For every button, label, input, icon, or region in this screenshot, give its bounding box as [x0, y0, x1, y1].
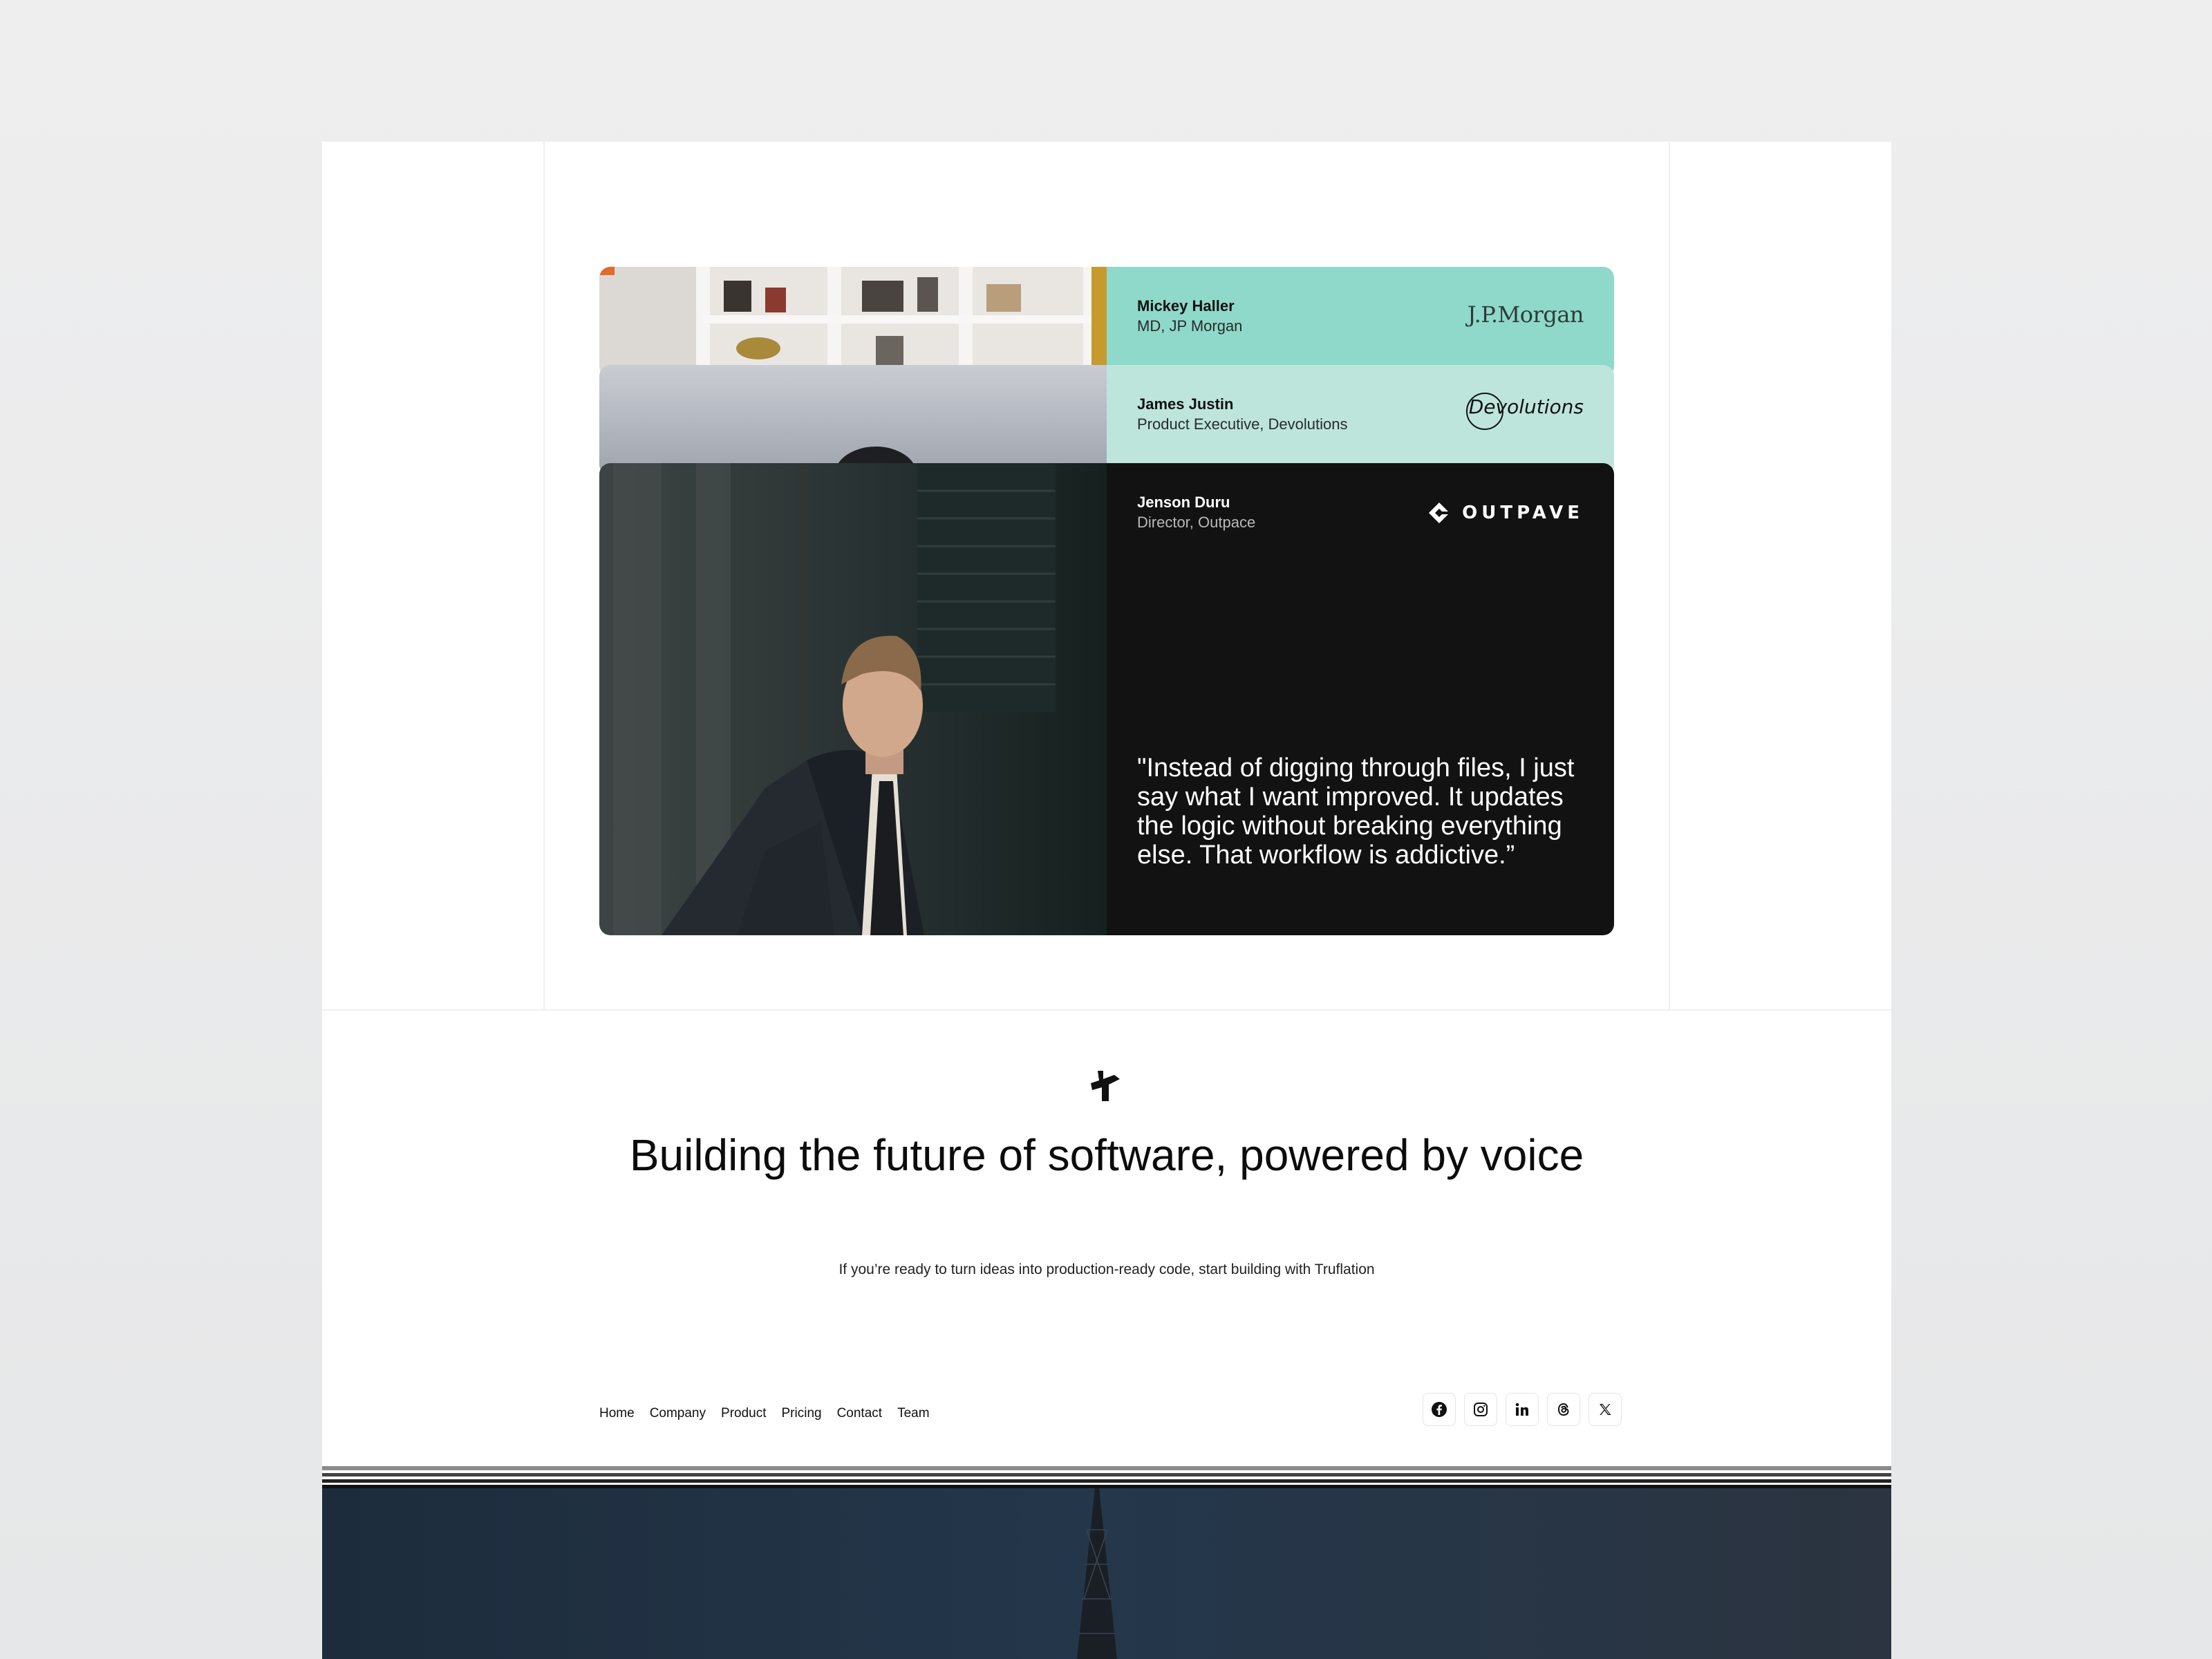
outpave-logo-mark-icon: [1429, 503, 1452, 523]
footer-link-company[interactable]: Company: [650, 1406, 706, 1421]
testimonial-role: MD, JP Morgan: [1137, 317, 1243, 335]
testimonial-photo: [599, 365, 1107, 476]
decorative-stripes: [322, 1462, 1891, 1490]
testimonial-name: James Justin: [1137, 395, 1234, 413]
jpmorgan-logo: J.P.Morgan: [1467, 301, 1584, 328]
cta-subtitle: If you’re ready to turn ideas into produ…: [838, 1262, 1375, 1277]
brand-logo-icon: [1091, 1071, 1120, 1101]
instagram-button[interactable]: [1464, 1393, 1497, 1426]
section-divider: [322, 1009, 1891, 1011]
testimonial-role: Product Executive, Devolutions: [1137, 415, 1348, 433]
x-icon: [1600, 1404, 1611, 1415]
footer-link-contact[interactable]: Contact: [837, 1406, 882, 1421]
threads-button[interactable]: [1547, 1393, 1580, 1426]
footer-link-team[interactable]: Team: [897, 1406, 929, 1421]
testimonial-card-outpace[interactable]: Jenson Duru Director, Outpace OUTPAVE "I…: [599, 463, 1614, 935]
testimonial-quote: "Instead of digging through files, I jus…: [1137, 753, 1575, 870]
social-links: [1414, 1393, 1622, 1426]
footer-nav: Home Company Product Pricing Contact Tea…: [599, 1400, 945, 1427]
testimonial-role: Director, Outpace: [1137, 514, 1256, 531]
testimonial-panel: Mickey Haller MD, JP Morgan J.P.Morgan: [1107, 267, 1614, 377]
linkedin-icon: [1515, 1403, 1528, 1416]
night-city-image: [322, 1488, 1891, 1659]
testimonial-card-devolutions[interactable]: James Justin Product Executive, Devoluti…: [599, 365, 1614, 476]
footer-link-home[interactable]: Home: [599, 1406, 635, 1421]
devolutions-logo: Devolutions: [1465, 393, 1584, 430]
testimonial-stack: Mickey Haller MD, JP Morgan J.P.Morgan J…: [599, 267, 1614, 935]
threads-icon: [1557, 1403, 1569, 1416]
testimonial-panel: Jenson Duru Director, Outpace OUTPAVE "I…: [1107, 463, 1614, 935]
testimonial-name: Mickey Haller: [1137, 297, 1235, 315]
cta-title: Building the future of software, powered…: [629, 1130, 1584, 1180]
outpave-logo-text: OUTPAVE: [1462, 503, 1584, 523]
devolutions-logo-ring: [1465, 393, 1503, 430]
x-button[interactable]: [1588, 1393, 1622, 1426]
linkedin-button[interactable]: [1506, 1393, 1539, 1426]
facebook-button[interactable]: [1423, 1393, 1456, 1426]
testimonial-photo: [599, 267, 1107, 377]
outpave-logo: OUTPAVE: [1427, 500, 1584, 525]
footer-link-pricing[interactable]: Pricing: [782, 1406, 822, 1421]
website-page: Mickey Haller MD, JP Morgan J.P.Morgan J…: [322, 142, 1891, 1659]
grid-line-right: [1669, 142, 1670, 1009]
testimonial-card-jpmorgan[interactable]: Mickey Haller MD, JP Morgan J.P.Morgan: [599, 267, 1614, 377]
testimonial-photo: [599, 463, 1107, 935]
tower-silhouette: [1077, 1488, 1117, 1659]
instagram-icon: [1474, 1403, 1488, 1416]
grid-line-left: [543, 142, 545, 1009]
testimonial-panel: James Justin Product Executive, Devoluti…: [1107, 365, 1614, 476]
facebook-icon: [1432, 1402, 1447, 1417]
testimonial-name: Jenson Duru: [1137, 494, 1230, 511]
footer-link-product[interactable]: Product: [721, 1406, 766, 1421]
